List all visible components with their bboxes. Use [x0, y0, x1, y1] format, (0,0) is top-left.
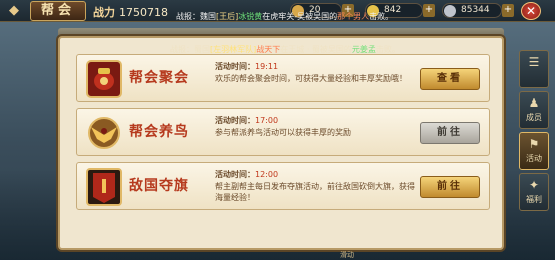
- activity-time: 活动时间：17:00: [215, 115, 278, 126]
- side-item-activity[interactable]: ⚑ 活动: [519, 132, 549, 170]
- silver-resource: 85344 +: [442, 3, 514, 18]
- go-button-bird[interactable]: 前往: [420, 122, 480, 144]
- activity-time-label: 活动时间：: [215, 170, 255, 179]
- activity-time: 活动时间：19:11: [215, 61, 278, 72]
- silver-icon: [444, 5, 456, 17]
- activity-name: 敌国夺旗: [129, 178, 189, 194]
- silver-add-button[interactable]: +: [502, 4, 514, 17]
- side-item-label: 活动: [526, 154, 542, 163]
- activity-time: 活动时间：12:00: [215, 169, 278, 180]
- activity-time-value: 19:11: [255, 62, 279, 71]
- activity-name: 帮会养鸟: [129, 124, 189, 140]
- ticker-name-b: 那个男人: [337, 12, 370, 21]
- ticker2-name-a: 战天下: [256, 45, 281, 54]
- flag-emblem-icon: [86, 168, 122, 206]
- ticker2-mid: 在王城 · 蜀被吴国的: [280, 45, 352, 54]
- ticker-prefix: 战报：魏国: [176, 12, 216, 21]
- activity-time-label: 活动时间：: [215, 62, 255, 71]
- side-item-members[interactable]: ♟ 成员: [519, 91, 549, 129]
- side-item-list[interactable]: ☰: [519, 50, 549, 88]
- activity-desc: 帮主副帮主每日发布夺旗活动，前往敌国砍倒大旗，获得海量经验！: [215, 182, 415, 202]
- activity-icon: ⚑: [528, 137, 540, 151]
- side-item-label: 成员: [526, 113, 542, 122]
- activity-name: 帮会聚会: [129, 70, 189, 86]
- activity-desc: 参与帮派养鸟活动可以获得丰厚的奖励: [215, 128, 351, 137]
- ticker2-rank: [左羽林军队]: [210, 45, 257, 54]
- top-battle-ticker: 战报：魏国[王后]冰锐黄在虎牢关-吴被吴国的那个男人击败。: [176, 11, 393, 22]
- ticker-rank: [王后]: [216, 12, 239, 21]
- ticker-tail: 击败。: [369, 12, 394, 21]
- activity-desc: 欢乐的帮会聚会时间，可获得大量经验和丰厚奖励哦！: [215, 74, 407, 83]
- side-item-welfare[interactable]: ✦ 福利: [519, 173, 549, 211]
- activity-row-bird: 帮会养鸟 活动时间：17:00 参与帮派养鸟活动可以获得丰厚的奖励 前往: [76, 108, 490, 156]
- jar-emblem-icon: [86, 60, 122, 98]
- power-display: 战力 1750718: [93, 4, 168, 20]
- scroll-hint: 滑动: [340, 251, 354, 259]
- ticker-name-a: 冰锐黄: [238, 12, 263, 21]
- close-button[interactable]: ✕: [521, 2, 541, 20]
- banner-icon: ◆: [9, 3, 19, 18]
- ingot-add-button[interactable]: +: [423, 4, 435, 17]
- bird-emblem-icon: [88, 117, 120, 149]
- power-label: 战力: [93, 6, 115, 19]
- silver-value: 85344: [461, 5, 490, 15]
- power-value: 1750718: [119, 6, 168, 19]
- activity-time-value: 17:00: [255, 116, 279, 125]
- panel-battle-ticker: 战报：蜀国[左羽林军队]战天下在王城 · 蜀被吴国的元姜孟击败。: [170, 44, 400, 55]
- ticker2-tail: 击败。: [375, 45, 400, 54]
- ticker-rest: 吴被吴国的: [297, 12, 338, 21]
- side-item-label: 福利: [526, 195, 542, 204]
- ticker-mid: 在虎牢关: [262, 12, 295, 21]
- activity-row-flag: 敌国夺旗 活动时间：12:00 帮主副帮主每日发布夺旗活动，前往敌国砍倒大旗，获…: [76, 162, 490, 210]
- activity-row-gathering: 帮会聚会 活动时间：19:11 欢乐的帮会聚会时间，可获得大量经验和丰厚奖励哦！…: [76, 54, 490, 102]
- gift-icon: ✦: [528, 178, 540, 192]
- view-button[interactable]: 查看: [420, 68, 480, 90]
- activity-panel: 帮会聚会 活动时间：19:11 欢乐的帮会聚会时间，可获得大量经验和丰厚奖励哦！…: [58, 36, 504, 250]
- go-button-flag[interactable]: 前往: [420, 176, 480, 198]
- ticker2-prefix: 战报：蜀国: [170, 45, 210, 54]
- page-title: 帮会: [30, 1, 86, 21]
- ticker2-name-b: 元姜孟: [351, 45, 376, 54]
- activity-time-label: 活动时间：: [215, 116, 255, 125]
- members-icon: ♟: [528, 96, 540, 110]
- activity-time-value: 12:00: [255, 170, 279, 179]
- list-icon: ☰: [528, 55, 540, 69]
